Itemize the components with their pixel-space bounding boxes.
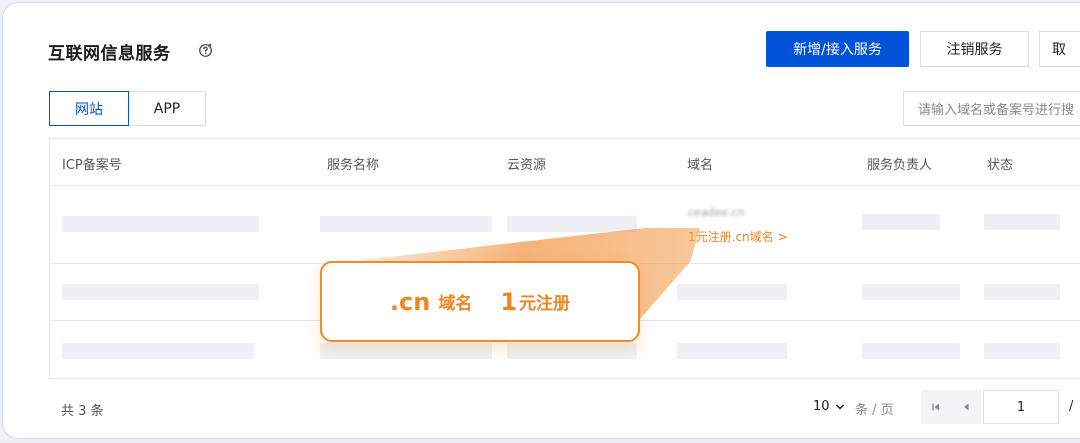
callout-pointer (345, 228, 700, 336)
callout-domain-suffix: .cn (389, 287, 431, 316)
callout-domain-word: 域名 (438, 294, 473, 314)
callout-price-unit: 元注册 (519, 294, 571, 314)
callout-price-number: 1 (500, 287, 518, 316)
promo-callout: .cn 域名 1 元注册 (320, 261, 640, 342)
tab-website[interactable]: 网站 (49, 91, 129, 126)
